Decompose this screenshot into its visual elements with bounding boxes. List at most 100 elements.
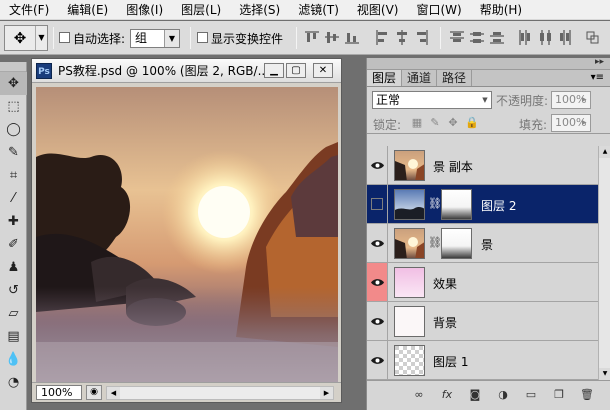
marquee-tool[interactable]: ⬚ bbox=[0, 95, 27, 118]
menu-image[interactable]: 图像(I) bbox=[117, 0, 172, 20]
visibility-toggle[interactable] bbox=[367, 146, 388, 184]
layer-mask-thumbnail[interactable] bbox=[441, 189, 472, 220]
history-brush-tool[interactable]: ↺ bbox=[0, 279, 27, 302]
layer-row[interactable]: 图层 1 bbox=[367, 341, 598, 380]
tab-channels[interactable]: 通道 bbox=[402, 70, 438, 86]
menu-edit[interactable]: 编辑(E) bbox=[58, 0, 117, 20]
canvas[interactable] bbox=[36, 87, 338, 382]
trash-icon[interactable]: 🗑 bbox=[579, 388, 595, 402]
visibility-toggle[interactable] bbox=[367, 341, 388, 379]
show-transform-checkbox[interactable] bbox=[197, 32, 208, 43]
auto-select-checkbox[interactable] bbox=[59, 32, 70, 43]
eye-icon bbox=[370, 161, 384, 169]
quick-select-tool[interactable]: ✎ bbox=[0, 141, 27, 164]
toolbox-grip[interactable] bbox=[0, 62, 26, 72]
tab-paths[interactable]: 路径 bbox=[437, 70, 473, 86]
distribute-vcenter-icon[interactable] bbox=[470, 30, 484, 45]
layer-thumbnail[interactable] bbox=[394, 267, 425, 298]
separator bbox=[53, 27, 54, 49]
auto-select-dropdown[interactable]: 组 ▼ bbox=[130, 29, 180, 48]
scroll-left-icon[interactable]: ◀ bbox=[107, 387, 120, 399]
layer-thumbnail[interactable] bbox=[394, 150, 425, 181]
distribute-left-icon[interactable] bbox=[518, 30, 532, 45]
layer-style-icon[interactable]: fx bbox=[439, 388, 455, 402]
align-top-icon[interactable] bbox=[305, 30, 319, 45]
menu-file[interactable]: 文件(F) bbox=[0, 0, 58, 20]
blur-tool[interactable]: 💧 bbox=[0, 348, 27, 371]
maximize-button[interactable]: ▢ bbox=[286, 63, 306, 78]
distribute-top-icon[interactable] bbox=[450, 30, 464, 45]
fill-field[interactable]: 100% ▶ bbox=[551, 114, 591, 132]
clone-stamp-tool[interactable]: ♟ bbox=[0, 256, 27, 279]
scroll-right-icon[interactable]: ▶ bbox=[320, 387, 333, 399]
panel-grip[interactable]: ▸▸ bbox=[367, 57, 610, 70]
scroll-up-icon[interactable]: ▲ bbox=[599, 146, 610, 158]
auto-align-icon[interactable] bbox=[586, 30, 600, 45]
document-title-bar[interactable]: Ps PS教程.psd @ 100% (图层 2, RGB/... ▁ ▢ ✕ bbox=[32, 59, 341, 83]
distribute-right-icon[interactable] bbox=[558, 30, 572, 45]
healing-brush-tool[interactable]: ✚ bbox=[0, 210, 27, 233]
move-tool[interactable]: ✥ bbox=[0, 72, 27, 95]
tab-layers[interactable]: 图层 bbox=[367, 70, 403, 86]
align-hcenter-icon[interactable] bbox=[395, 30, 409, 45]
crop-tool[interactable]: ⌗ bbox=[0, 164, 27, 187]
status-info-icon[interactable]: ◉ bbox=[86, 385, 102, 400]
menu-help[interactable]: 帮助(H) bbox=[471, 0, 531, 20]
scroll-down-icon[interactable]: ▼ bbox=[599, 368, 610, 380]
layer-footer: ∞ fx ◙ ◑ ▭ ❐ 🗑 bbox=[367, 380, 610, 410]
visibility-toggle[interactable] bbox=[367, 224, 388, 262]
lasso-tool[interactable]: ◯ bbox=[0, 118, 27, 141]
brush-tool[interactable]: ✐ bbox=[0, 233, 27, 256]
lock-all-icon[interactable]: 🔒 bbox=[465, 117, 479, 129]
align-left-icon[interactable] bbox=[375, 30, 389, 45]
link-layers-icon[interactable]: ∞ bbox=[411, 388, 427, 402]
panel-menu-icon[interactable]: ▾≡ bbox=[591, 70, 604, 86]
menu-view[interactable]: 视图(V) bbox=[348, 0, 408, 20]
collapse-panel-icon[interactable]: ▸▸ bbox=[595, 57, 604, 67]
zoom-field[interactable]: 100% bbox=[36, 385, 82, 400]
chain-link-icon[interactable]: ⛓ bbox=[428, 236, 442, 249]
distribute-hcenter-icon[interactable] bbox=[538, 30, 552, 45]
visibility-toggle[interactable] bbox=[367, 302, 388, 340]
opacity-field[interactable]: 100% ▶ bbox=[551, 91, 591, 109]
new-layer-icon[interactable]: ❐ bbox=[551, 388, 567, 402]
menu-filter[interactable]: 滤镜(T) bbox=[289, 0, 348, 20]
eraser-tool[interactable]: ▱ bbox=[0, 302, 27, 325]
vertical-scrollbar[interactable]: ▲ ▼ bbox=[598, 146, 610, 380]
align-right-icon[interactable] bbox=[415, 30, 429, 45]
add-mask-icon[interactable]: ◙ bbox=[467, 388, 483, 402]
align-bottom-icon[interactable] bbox=[345, 30, 359, 45]
layer-mask-thumbnail[interactable] bbox=[441, 228, 472, 259]
layer-thumbnail[interactable] bbox=[394, 345, 425, 376]
dodge-tool[interactable]: ◔ bbox=[0, 371, 27, 394]
chain-link-icon[interactable]: ⛓ bbox=[428, 197, 442, 210]
menu-select[interactable]: 选择(S) bbox=[230, 0, 289, 20]
lock-position-icon[interactable]: ✥ bbox=[447, 117, 459, 129]
layer-row[interactable]: 景 副本 bbox=[367, 146, 598, 185]
layer-thumbnail[interactable] bbox=[394, 306, 425, 337]
layer-row[interactable]: ⛓ 景 bbox=[367, 224, 598, 263]
visibility-toggle[interactable] bbox=[367, 263, 388, 301]
layer-thumbnail[interactable] bbox=[394, 228, 425, 259]
distribute-bottom-icon[interactable] bbox=[490, 30, 504, 45]
menu-window[interactable]: 窗口(W) bbox=[407, 0, 470, 20]
blend-mode-dropdown[interactable]: 正常 ▼ bbox=[372, 91, 492, 109]
new-group-icon[interactable]: ▭ bbox=[523, 388, 539, 402]
menu-layer[interactable]: 图层(L) bbox=[172, 0, 230, 20]
lock-transparency-icon[interactable]: ▦ bbox=[411, 117, 423, 129]
layer-row[interactable]: 背景 bbox=[367, 302, 598, 341]
layer-row[interactable]: ⛓ 图层 2 bbox=[367, 185, 598, 224]
align-vcenter-icon[interactable] bbox=[325, 30, 339, 45]
close-button[interactable]: ✕ bbox=[313, 63, 333, 78]
horizontal-scrollbar[interactable]: ◀ ▶ bbox=[106, 386, 334, 400]
lock-pixels-icon[interactable]: ✎ bbox=[429, 117, 441, 129]
visibility-toggle[interactable] bbox=[367, 185, 388, 223]
tool-preset-picker[interactable]: ✥ ▼ bbox=[4, 25, 48, 51]
minimize-button[interactable]: ▁ bbox=[264, 63, 284, 78]
gradient-tool[interactable]: ▤ bbox=[0, 325, 27, 348]
adjustment-layer-icon[interactable]: ◑ bbox=[495, 388, 511, 402]
layer-thumbnail[interactable] bbox=[394, 189, 425, 220]
eyedropper-tool[interactable]: ⁄ bbox=[0, 187, 27, 210]
layer-row[interactable]: 效果 bbox=[367, 263, 598, 302]
auto-select-value: 组 bbox=[135, 31, 148, 45]
